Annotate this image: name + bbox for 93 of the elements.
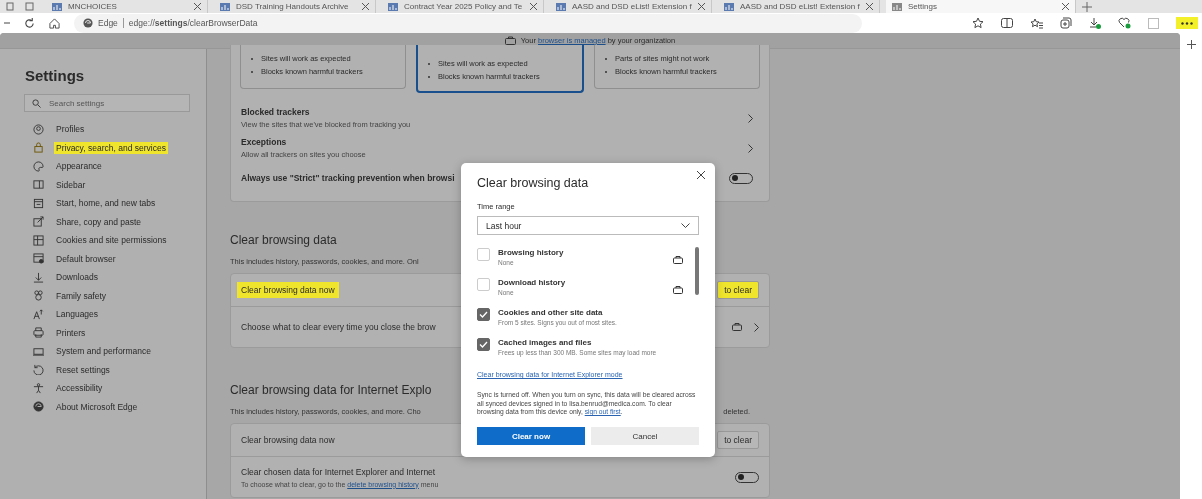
edge-logo-icon [33,401,44,413]
chart-icon [220,2,230,11]
sidebar-item[interactable]: Start, home, and new tabs [0,194,206,213]
chevron-right-icon[interactable] [754,322,759,332]
more-button[interactable] [1176,17,1198,29]
close-icon[interactable] [1062,3,1069,10]
window-icon [33,197,44,209]
sidebar-item[interactable]: Printers [0,323,206,342]
setting-title: Always use "Strict" tracking prevention when browsi [241,173,455,183]
setting-title: Choose what to clear every time you close the brow [241,322,436,332]
collections-icon[interactable] [1060,17,1072,29]
printer-icon [33,327,44,339]
sidebar-item[interactable]: Family safety [0,286,206,305]
sidebar-item[interactable]: Sidebar [0,175,206,194]
sidebar-item[interactable]: Accessibility [0,379,206,398]
split-screen-icon[interactable] [1001,18,1013,28]
dialog-title: Clear browsing data [477,176,590,190]
scrollbar-thumb[interactable] [695,247,699,295]
time-range-dropdown[interactable]: Last hour [477,216,699,235]
browser-tab[interactable]: Settings [886,0,1076,13]
search-field[interactable]: Search settings [24,94,190,112]
setting-title: Clear browsing data now [241,435,335,445]
briefcase-icon [732,323,742,331]
chevron-right-icon[interactable] [748,143,753,153]
option-label: Browsing history [498,248,565,257]
sidebar-item[interactable]: Appearance [0,157,206,176]
laptop-icon [33,345,44,357]
sidebar-item[interactable]: System and performance [0,342,206,361]
search-icon [32,99,41,108]
section-heading: Clear browsing data for Internet Explo [230,383,432,397]
chevron-right-icon[interactable] [748,113,753,123]
grid-icon [33,234,44,246]
option-label: Cached images and files [498,338,593,347]
close-icon[interactable] [362,3,369,10]
chevron-down-icon [681,223,690,228]
browser-icon [33,253,44,265]
url-text: edge://settings/clearBrowserData [128,18,258,28]
option-label: Cookies and other site data [498,308,604,317]
panel-icon [33,179,44,191]
chart-icon [388,2,398,11]
sidebar-item[interactable]: Downloads [0,268,206,287]
home-icon[interactable] [49,17,60,29]
setting-title: Clear browsing data now [237,282,339,298]
setting-title: Clear chosen data for Internet Explorer and Internet [241,466,437,477]
new-tab-icon[interactable] [1082,1,1092,12]
close-icon[interactable] [698,3,705,10]
choose-button[interactable]: to clear [717,281,759,299]
close-icon[interactable] [530,3,537,10]
setting-title[interactable]: Blocked trackers [241,107,411,117]
site-label: Edge [98,18,118,28]
close-icon[interactable] [194,3,201,10]
checkbox[interactable] [477,338,490,351]
settings-title: Settings [25,67,86,84]
sidebar-item[interactable]: Reset settings [0,360,206,379]
chart-icon [556,2,566,11]
sidebar-item[interactable]: Share, copy and paste [0,212,206,231]
option-label: Download history [498,278,567,287]
sidebar-item[interactable]: About Microsoft Edge [0,397,206,416]
chart-icon [892,2,902,11]
address-bar[interactable]: Edge edge://settings/clearBrowserData [74,13,862,33]
language-icon [33,308,44,320]
sidebar-item[interactable]: Default browser [0,249,206,268]
reset-icon [33,364,44,376]
lock-icon [33,142,44,154]
palette-icon [33,160,44,172]
close-icon[interactable] [866,3,873,10]
close-icon[interactable] [697,171,705,179]
briefcase-icon [504,36,516,45]
heart-pulse-icon[interactable] [1118,17,1131,29]
section-heading: Clear browsing data [230,233,337,247]
figure-icon [33,382,44,394]
cancel-button[interactable]: Cancel [591,427,699,446]
download-icon[interactable] [1089,17,1101,29]
star-icon[interactable] [972,17,984,29]
setting-title[interactable]: Exceptions [241,137,366,147]
sidebar-item[interactable]: Languages [0,305,206,324]
edge-logo-icon [83,18,93,28]
clear-now-button[interactable]: Clear now [477,427,585,446]
share-icon [33,216,44,228]
family-icon [33,290,44,302]
checkbox[interactable] [477,308,490,321]
sidebar-item[interactable]: Privacy, search, and services [0,138,206,157]
choose-button[interactable]: to clear [717,431,759,449]
sidebar-item[interactable]: Profiles [0,120,206,139]
more-icon [1181,21,1193,25]
sidebar-item[interactable]: Cookies and site permissions [0,231,206,250]
add-icon[interactable] [1186,40,1196,49]
download-icon [33,271,44,283]
chart-icon [724,2,734,11]
chart-icon [52,2,62,11]
refresh-icon[interactable] [24,17,35,29]
person-icon [33,123,44,135]
favorites-icon[interactable] [1030,17,1043,29]
